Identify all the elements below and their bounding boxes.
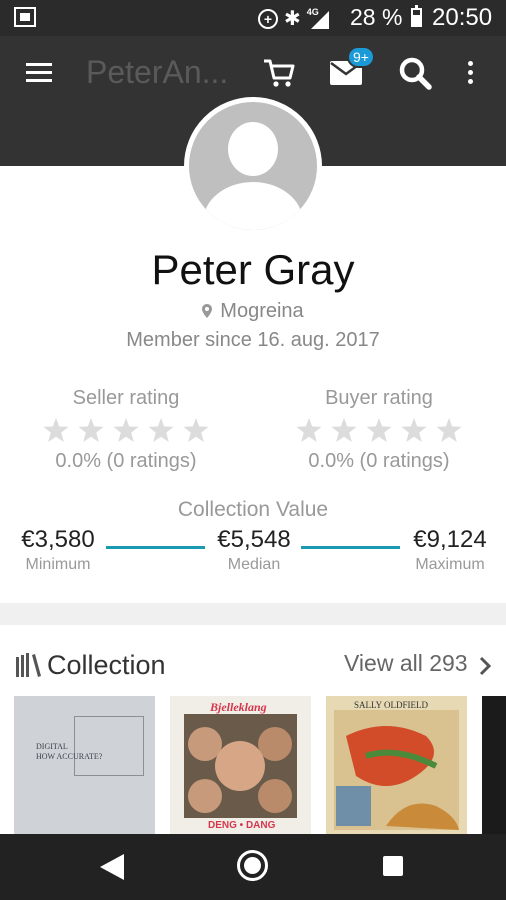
star-icon xyxy=(436,418,462,442)
collection-value-maximum: €9,124 Maximum xyxy=(404,526,496,574)
bluetooth-icon: ✱ xyxy=(284,8,301,30)
more-options-icon[interactable] xyxy=(468,61,474,85)
star-icon xyxy=(43,418,69,442)
buyer-rating-title: Buyer rating xyxy=(325,387,433,409)
section-divider xyxy=(0,603,506,625)
star-icon xyxy=(183,418,209,442)
maximum-value: €9,124 xyxy=(413,526,487,553)
seller-rating-title: Seller rating xyxy=(72,387,180,409)
collection-icon xyxy=(16,653,42,682)
star-icon xyxy=(401,418,427,442)
seller-rating-stars xyxy=(26,418,226,442)
seller-rating-value: 0.0% (0 ratings) xyxy=(55,450,197,472)
median-value: €5,548 xyxy=(217,526,291,553)
collection-title: Collection xyxy=(47,650,166,680)
star-icon xyxy=(148,418,174,442)
home-icon[interactable] xyxy=(237,850,268,881)
data-saver-icon: + xyxy=(258,8,278,29)
battery-percent: 28 % xyxy=(350,4,403,30)
menu-icon[interactable] xyxy=(26,63,52,83)
collection-value-minimum: €3,580 Minimum xyxy=(14,526,102,574)
profile-name: Peter Gray xyxy=(151,246,355,293)
minimum-value: €3,580 xyxy=(21,526,95,553)
chevron-right-icon[interactable] xyxy=(479,656,492,681)
location-text: Mogreina xyxy=(220,300,304,322)
buyer-rating-value: 0.0% (0 ratings) xyxy=(308,450,450,472)
signal-icon: 4G xyxy=(307,7,331,29)
cover-text: SALLY OLDFIELD xyxy=(354,700,429,710)
maximum-label: Maximum xyxy=(415,556,485,573)
cover-text: Bjelleklang xyxy=(210,700,267,714)
minimum-label: Minimum xyxy=(25,556,91,573)
recents-icon[interactable] xyxy=(383,856,403,876)
status-bar: + ✱ 4G 28 % 20:50 xyxy=(0,0,506,36)
search-icon[interactable] xyxy=(398,56,434,97)
collection-value-median: €5,548 Median xyxy=(211,526,297,574)
battery-icon xyxy=(411,5,422,27)
cover-subtext: DENG • DANG xyxy=(208,820,276,831)
seller-rating: Seller rating 0.0% (0 ratings) xyxy=(26,387,226,473)
collection-item[interactable] xyxy=(482,696,506,834)
median-label: Median xyxy=(227,556,281,573)
app-title: PeterAn... xyxy=(86,54,229,90)
status-icons: + ✱ 4G xyxy=(258,6,331,31)
back-icon[interactable] xyxy=(100,854,124,885)
view-all-link[interactable]: View all 293 xyxy=(344,650,468,677)
star-icon xyxy=(113,418,139,442)
system-nav-bar xyxy=(0,834,506,900)
collection-item[interactable]: Bjelleklang DENG • DANG xyxy=(170,696,311,834)
mail-badge: 9+ xyxy=(347,46,375,68)
collection-value-title: Collection Value xyxy=(177,498,329,521)
star-icon xyxy=(331,418,357,442)
collection-item[interactable]: SALLY OLDFIELD xyxy=(326,696,467,834)
collection-item[interactable]: DIGITAL HOW ACCURATE? xyxy=(14,696,155,834)
buyer-rating-stars xyxy=(279,418,479,442)
collection-header: Collection View all 293 xyxy=(0,626,506,696)
clock: 20:50 xyxy=(432,4,493,31)
star-icon xyxy=(366,418,392,442)
member-since: Member since 16. aug. 2017 xyxy=(126,329,380,351)
cart-icon[interactable] xyxy=(262,58,296,93)
range-line-right xyxy=(301,546,400,549)
notification-icon xyxy=(14,7,36,27)
star-icon xyxy=(296,418,322,442)
location-pin-icon xyxy=(202,304,213,318)
location: Mogreina xyxy=(0,300,506,323)
range-line-left xyxy=(106,546,205,549)
buyer-rating: Buyer rating 0.0% (0 ratings) xyxy=(279,387,479,473)
star-icon xyxy=(78,418,104,442)
cover-text: DIGITAL HOW ACCURATE? xyxy=(36,742,103,761)
avatar xyxy=(184,97,322,235)
